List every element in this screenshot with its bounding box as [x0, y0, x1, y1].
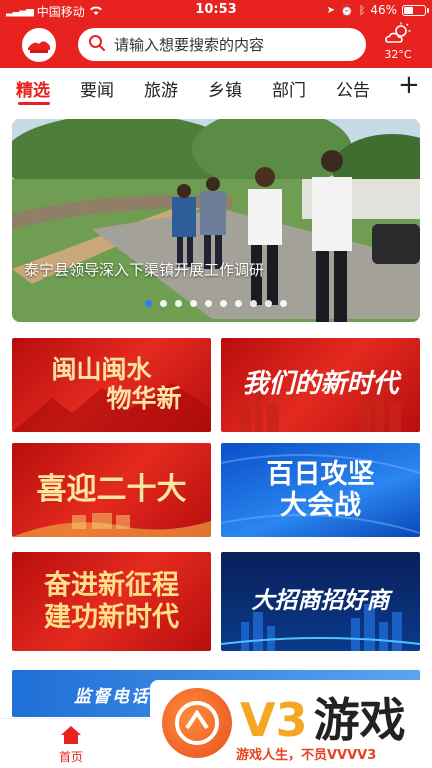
card-title: 喜迎二十大: [36, 471, 187, 507]
card-title: 百日攻坚 大会战: [267, 459, 375, 521]
app-header: 请输入想要搜索的内容 32°C: [0, 22, 432, 68]
tab-yaowen[interactable]: 要闻: [80, 76, 114, 101]
watermark-youxi: 游戏: [313, 693, 406, 747]
tab-home-label: 首页: [58, 750, 83, 764]
status-right: ➤ ⏰ ᛒ 46%: [326, 3, 429, 17]
card-title: 闽山闽水 物华新: [51, 355, 181, 414]
status-bar: ▂▃▄▅ 中国移动 10:53 ➤ ⏰ ᛒ 46%: [0, 0, 432, 22]
carousel-dot[interactable]: [145, 300, 152, 307]
carousel-dot[interactable]: [250, 300, 257, 307]
carousel-dot[interactable]: [265, 300, 272, 307]
carousel-dot[interactable]: [160, 300, 167, 307]
app-logo[interactable]: [22, 28, 56, 62]
watermark-logo-icon: [162, 688, 232, 758]
card-line: 大会战: [280, 490, 361, 521]
tab-lvyou[interactable]: 旅游: [144, 76, 178, 101]
carousel-dot[interactable]: [280, 300, 287, 307]
carousel-caption: 泰宁县领导深入下渠镇开展工作调研: [24, 261, 265, 279]
card-dazhaoshang[interactable]: 大招商招好商: [221, 552, 420, 651]
search-placeholder: 请输入想要搜索的内容: [114, 36, 265, 54]
bluetooth-icon: ᛒ: [358, 3, 366, 17]
strip-text: 监督电话: [74, 687, 150, 707]
v3-watermark: V3 游戏 游戏人生，不员VVVV3: [150, 680, 432, 768]
weather-temperature: 32°C: [384, 48, 412, 61]
tab-xiangzhen[interactable]: 乡镇: [208, 76, 242, 101]
carousel-dot[interactable]: [190, 300, 197, 307]
carousel-dot[interactable]: [220, 300, 227, 307]
search-icon: [88, 34, 106, 56]
search-input[interactable]: 请输入想要搜索的内容: [78, 28, 366, 61]
watermark-subtitle: 游戏人生，不员VVVV3: [236, 748, 377, 763]
tab-jingxuan[interactable]: 精选: [16, 76, 50, 101]
battery-fill: [404, 6, 413, 14]
card-line: 闽山闽水: [51, 355, 152, 385]
card-line: 建功新时代: [44, 601, 179, 633]
card-xiying-ershida[interactable]: 喜迎二十大: [12, 443, 211, 537]
watermark-v3: V3: [240, 693, 308, 747]
tab-gonggao[interactable]: 公告: [336, 76, 370, 101]
carousel-dots: [12, 300, 420, 307]
card-title: 我们的新时代: [242, 369, 399, 400]
battery-percent: 46%: [370, 3, 397, 17]
card-women-de-xinshidai[interactable]: 我们的新时代: [221, 338, 420, 432]
active-tab-indicator: [18, 102, 50, 105]
home-icon: [60, 726, 82, 748]
card-fenjin-xinzhengcheng[interactable]: 奋进新征程 建功新时代: [12, 552, 211, 651]
card-line: 百日攻坚: [266, 458, 375, 490]
add-tab-icon[interactable]: +: [398, 70, 420, 100]
card-line: 奋进新征程: [44, 570, 179, 602]
card-minshan-minshui[interactable]: 闽山闽水 物华新: [12, 338, 211, 432]
carousel-dot[interactable]: [175, 300, 182, 307]
watermark-title: V3 游戏: [240, 684, 406, 750]
alarm-icon: ⏰: [340, 3, 354, 17]
card-title: 奋进新征程 建功新时代: [44, 570, 179, 632]
weather-widget[interactable]: 32°C: [378, 22, 418, 68]
carousel-dot[interactable]: [235, 300, 242, 307]
tab-bumen[interactable]: 部门: [272, 76, 306, 101]
category-tabs: 精选 要闻 旅游 乡镇 部门 公告 +: [0, 68, 432, 108]
carousel-dot[interactable]: [205, 300, 212, 307]
location-icon: ➤: [326, 4, 336, 16]
card-title: 大招商招好商: [251, 587, 390, 615]
card-line: 物华新: [106, 384, 182, 413]
card-bairi-gongjian[interactable]: 百日攻坚 大会战: [221, 443, 420, 537]
news-carousel[interactable]: 泰宁县领导深入下渠镇开展工作调研: [12, 119, 420, 322]
battery-icon: [402, 4, 429, 16]
tab-home[interactable]: 首页: [50, 725, 92, 765]
carousel-photo: [12, 119, 420, 322]
